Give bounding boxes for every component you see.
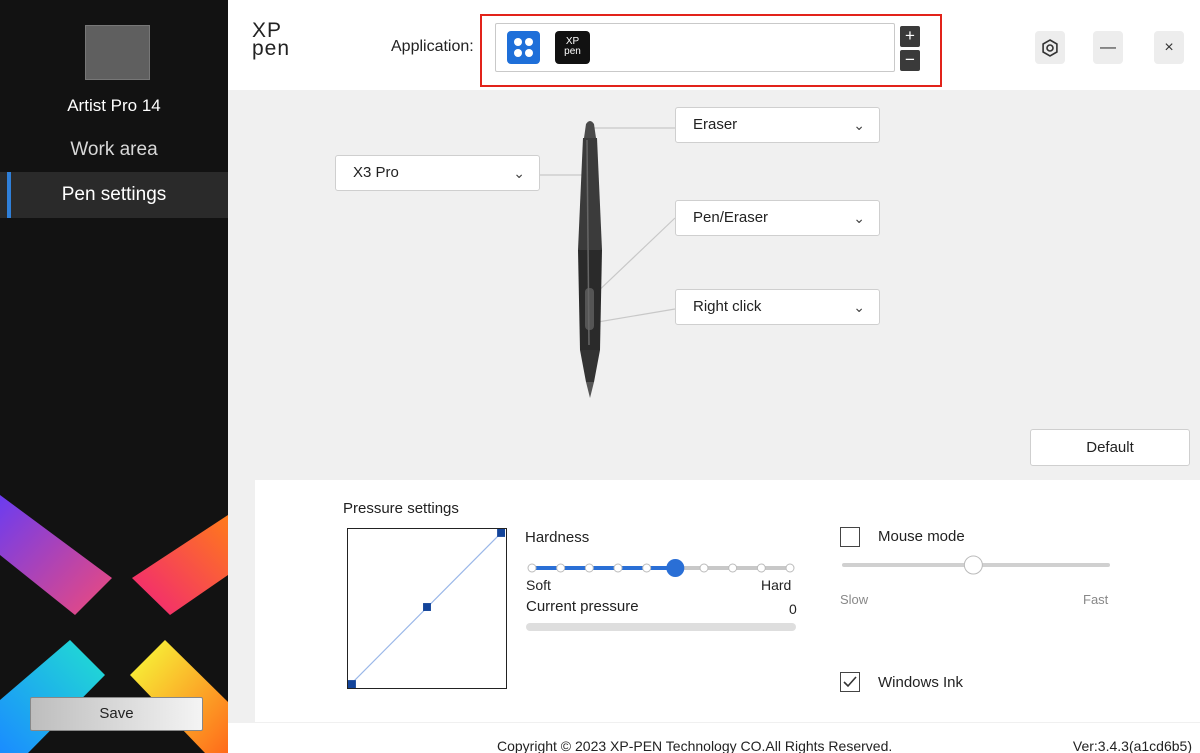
xppen-logo: XP pen [252,20,292,60]
windows-ink-label: Windows Ink [878,674,964,691]
chevron-down-icon: ⌄ [853,117,865,133]
sidebar-item-pen-settings[interactable]: Pen settings [0,172,228,218]
hardness-tick[interactable] [699,563,709,573]
mouse-speed-thumb[interactable] [963,555,983,575]
pen-model-select[interactable]: X3 Pro ⌄ [335,155,540,191]
hardness-tick[interactable] [527,563,537,573]
chevron-down-icon: ⌄ [513,165,525,181]
fast-label: Fast [1083,592,1109,607]
hardness-tick[interactable] [584,563,594,573]
curve-start-handle[interactable] [348,680,356,688]
mouse-speed-slider[interactable] [840,555,1112,575]
lower-side-button-select[interactable]: Right click ⌄ [675,289,880,325]
device-name: Artist Pro 14 [67,96,161,115]
curve-end-handle[interactable] [497,529,506,537]
hardness-tick[interactable] [756,563,766,573]
add-application-button[interactable]: + [900,26,920,47]
device-thumbnail [85,25,150,80]
minimize-button[interactable]: — [1093,31,1123,64]
logo-text-bottom: pen [252,37,291,60]
all-apps-icon[interactable] [507,31,540,64]
curve-mid-handle[interactable] [423,603,431,611]
hardness-label: Hardness [525,529,590,546]
lower-side-button-value: Right click [693,298,762,315]
default-button[interactable]: Default [1030,429,1190,466]
sidebar-item-work-area[interactable]: Work area [0,127,228,173]
hardness-slider-thumb[interactable] [666,559,685,577]
close-button[interactable]: × [1154,31,1184,64]
hardness-tick[interactable] [556,563,566,573]
top-button-select[interactable]: Eraser ⌄ [675,107,880,143]
hardness-tick[interactable] [613,563,623,573]
upper-side-button-select[interactable]: Pen/Eraser ⌄ [675,200,880,236]
hardness-tick[interactable] [642,563,652,573]
hardness-tick[interactable] [785,563,795,573]
pressure-settings-title: Pressure settings [343,500,459,517]
pen-model-value: X3 Pro [353,164,399,181]
pressure-curve-editor[interactable] [347,528,507,689]
soft-label: Soft [526,577,551,593]
current-pressure-label: Current pressure [526,598,639,615]
remove-application-button[interactable]: − [900,50,920,71]
current-pressure-value: 0 [789,601,797,617]
version-text: Ver:3.4.3(a1cd6b5) [1072,738,1192,753]
application-label: Application: [391,38,474,55]
current-pressure-bar [526,623,796,631]
mouse-mode-label: Mouse mode [878,528,965,545]
windows-ink-checkbox[interactable] [840,672,860,692]
top-button-value: Eraser [693,116,738,133]
mouse-mode-checkbox[interactable] [840,527,860,547]
hardness-slider[interactable] [526,558,796,578]
hardness-tick[interactable] [728,563,738,573]
check-icon [843,676,857,688]
settings-button[interactable] [1035,31,1065,64]
copyright-text: Copyright © 2023 XP-PEN Technology CO.Al… [497,738,893,753]
active-item-marker [7,172,11,218]
hard-label: Hard [761,577,792,593]
save-button[interactable]: Save [30,697,203,731]
chevron-down-icon: ⌄ [853,210,865,226]
slow-label: Slow [840,592,869,607]
xppen-app-icon[interactable]: XP pen [555,31,590,64]
sidebar: Artist Pro 14 Work area Pen settings Sav… [0,0,228,753]
chevron-down-icon: ⌄ [853,299,865,315]
gear-icon [1042,39,1058,57]
upper-side-button-value: Pen/Eraser [693,209,769,226]
